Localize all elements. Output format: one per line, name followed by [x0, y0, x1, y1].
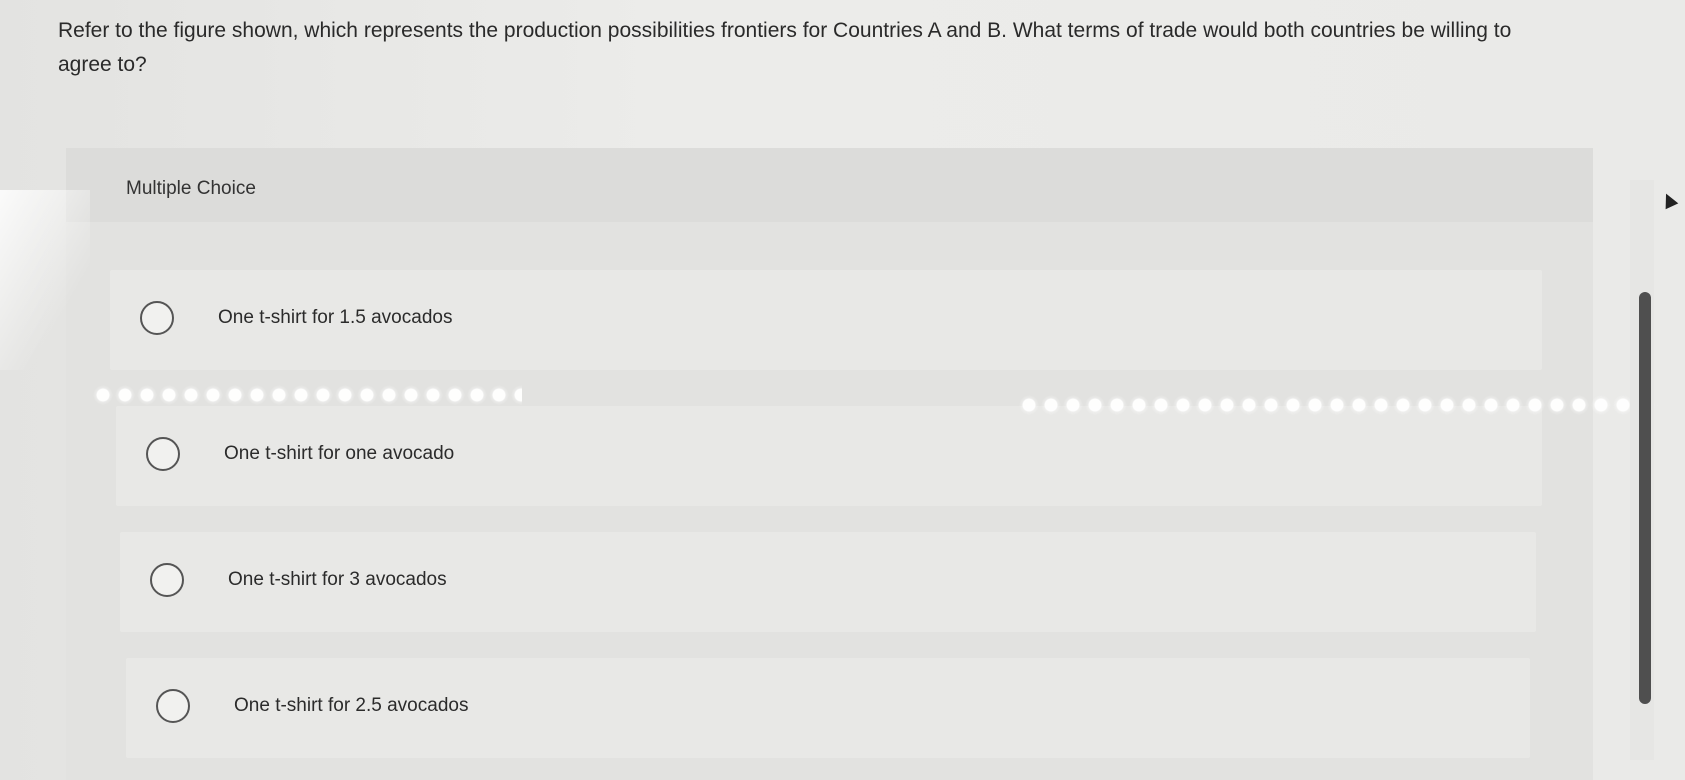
answer-option-1[interactable]: One t-shirt for 1.5 avocados — [110, 270, 1542, 370]
answer-option-3[interactable]: One t-shirt for 3 avocados — [120, 532, 1536, 632]
answer-option-label: One t-shirt for 1.5 avocados — [218, 307, 453, 328]
radio-unselected-icon[interactable] — [146, 437, 180, 471]
scrollbar-thumb[interactable] — [1639, 292, 1651, 704]
radio-unselected-icon[interactable] — [150, 563, 184, 597]
answer-option-label: One t-shirt for one avocado — [224, 443, 455, 464]
multiple-choice-label: Multiple Choice — [126, 178, 256, 199]
radio-unselected-icon[interactable] — [140, 301, 174, 335]
radio-unselected-icon[interactable] — [156, 689, 190, 723]
page: Refer to the figure shown, which represe… — [0, 0, 1685, 780]
mouse-pointer-icon — [1659, 190, 1679, 210]
question-text: Refer to the figure shown, which represe… — [58, 19, 1512, 76]
multiple-choice-header: Multiple Choice — [66, 148, 1593, 222]
answer-option-label: One t-shirt for 3 avocados — [228, 569, 447, 590]
answer-option-label: One t-shirt for 2.5 avocados — [234, 695, 469, 716]
answer-option-4[interactable]: One t-shirt for 2.5 avocados — [126, 658, 1530, 758]
answer-option-2[interactable]: One t-shirt for one avocado — [116, 406, 1542, 506]
